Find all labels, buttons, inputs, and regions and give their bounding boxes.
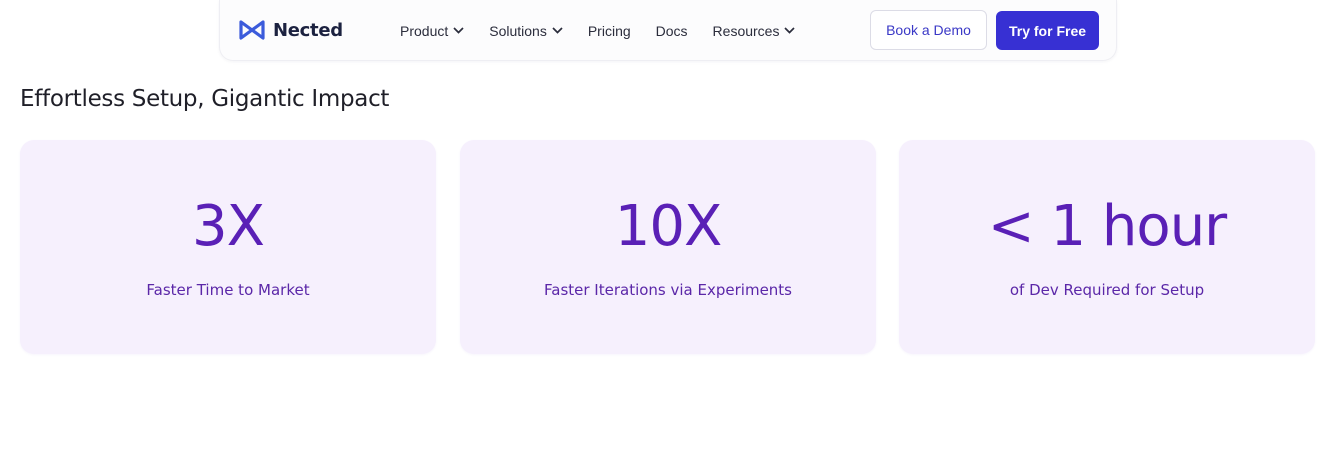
section-title: Effortless Setup, Gigantic Impact [20,86,390,112]
stat-card-time-to-market: 3X Faster Time to Market [20,140,436,354]
nav-item-label: Resources [712,22,780,39]
nav-item-solutions[interactable]: Solutions [489,23,563,39]
chevron-down-icon [552,27,563,34]
brand-logo[interactable]: Nected [238,19,343,41]
book-demo-button[interactable]: Book a Demo [870,10,987,50]
stat-card-setup-time: < 1 hour of Dev Required for Setup [899,140,1315,354]
nav-item-label: Product [400,22,449,39]
top-navbar: Nected Product Solutions Pricing Docs Re… [219,0,1117,61]
chevron-down-icon [453,27,464,34]
stat-label: Faster Time to Market [146,281,310,299]
nav-item-docs[interactable]: Docs [656,23,688,39]
stat-value: 3X [192,194,265,259]
stat-label: Faster Iterations via Experiments [544,281,792,299]
nav-item-label: Docs [655,22,688,39]
nav-item-label: Solutions [489,22,547,39]
nav-item-pricing[interactable]: Pricing [588,23,631,39]
stat-card-iterations: 10X Faster Iterations via Experiments [460,140,876,354]
stat-value: < 1 hour [987,194,1227,259]
stat-value: 10X [614,194,723,259]
nav-links: Product Solutions Pricing Docs Resources [400,0,820,61]
nav-item-product[interactable]: Product [400,23,464,39]
brand-name: Nected [273,19,343,41]
nected-logo-icon [239,20,265,40]
stat-label: of Dev Required for Setup [1009,281,1205,299]
chevron-down-icon [784,27,796,34]
nav-item-resources[interactable]: Resources [713,23,796,39]
nav-item-label: Pricing [587,22,631,39]
try-for-free-button[interactable]: Try for Free [996,11,1099,50]
